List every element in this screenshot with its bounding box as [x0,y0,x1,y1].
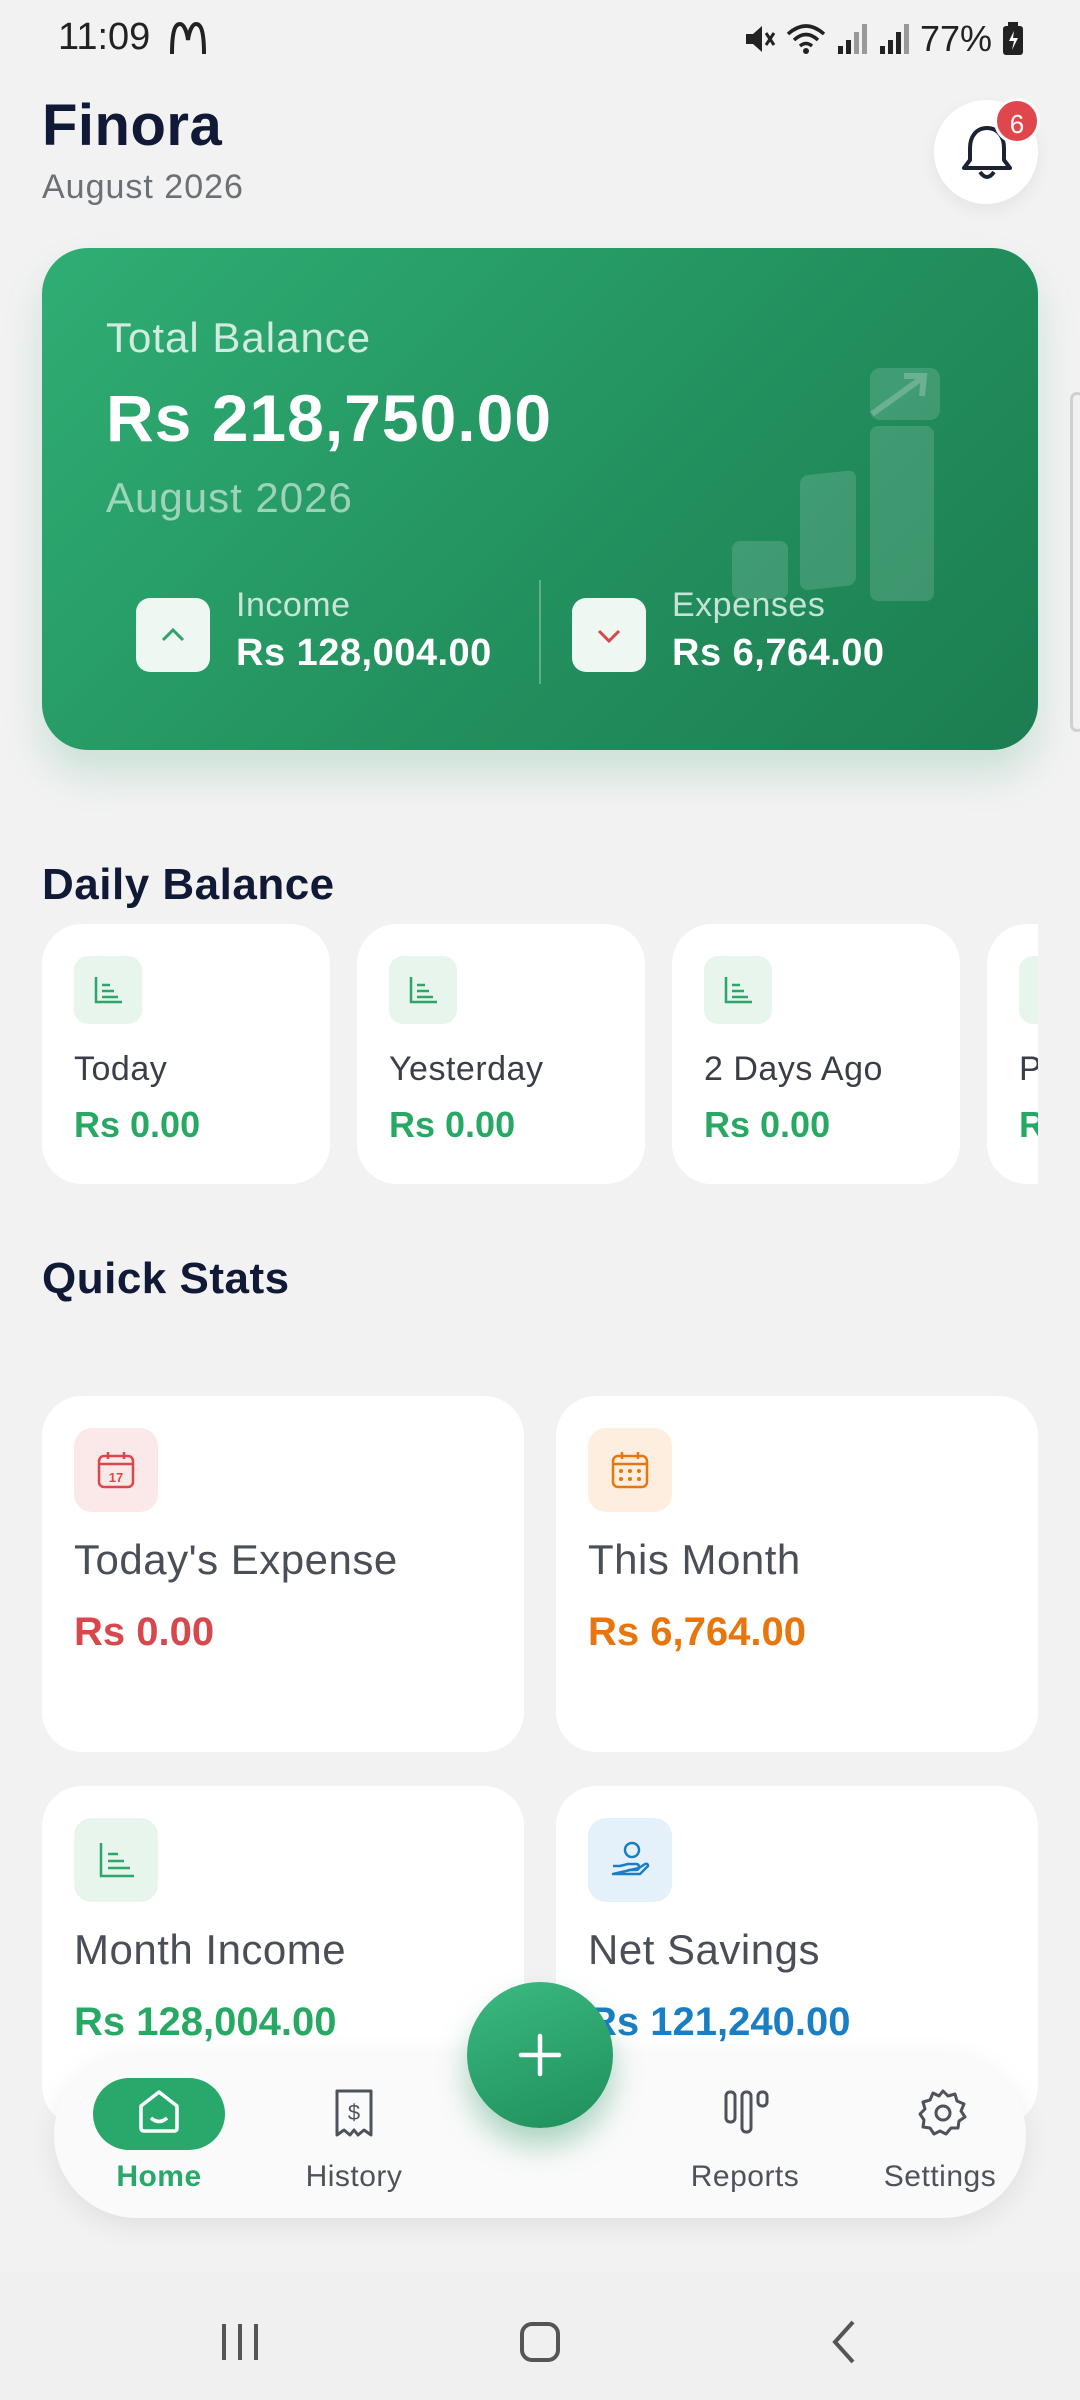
signal-icon [837,24,867,54]
battery-percent: 77% [919,18,992,59]
stat-label: Net Savings [588,1926,820,1973]
nav-history[interactable]: $ History [264,2052,444,2218]
expenses-label: Expenses [672,586,826,624]
svg-text:$: $ [348,2100,360,2125]
nav-reports[interactable]: Reports [655,2052,835,2218]
growth-chart-icon [732,368,940,601]
stat-label: This Month [588,1536,801,1583]
stat-card-todays-expense[interactable]: 17 Today's Expense Rs 0.00 [42,1396,524,1752]
stat-value: Rs 121,240.00 [588,2000,851,2044]
stat-icon-box [588,1818,672,1902]
signal-icon [879,24,909,54]
daily-card-partial[interactable]: P R [987,924,1038,1184]
stat-icon-box: 17 [74,1428,158,1512]
calendar-month-icon [611,1452,649,1489]
total-balance-amount: Rs 218,750.00 [106,381,553,455]
notification-badge: 6 [994,98,1040,144]
chart-icon [94,977,122,1004]
status-time: 11:09 [58,16,151,58]
reports-icon [724,2090,769,2134]
wifi-icon [786,24,826,54]
recent-apps-icon[interactable] [210,2312,270,2372]
stat-icon-box [588,1428,672,1512]
chevron-up-icon [161,627,185,642]
balance-month: August 2026 [106,474,353,521]
stat-label: Today's Expense [74,1536,398,1583]
daily-card-yesterday[interactable]: Yesterday Rs 0.00 [357,924,645,1184]
total-balance-card: Total Balance Rs 218,750.00 August 2026 … [42,248,1038,750]
battery-icon [1003,22,1023,55]
calendar-day-icon: 17 [97,1452,135,1489]
quick-stats-title: Quick Stats [42,1254,290,1303]
daily-label: Yesterday [389,1050,544,1088]
home-system-icon[interactable] [510,2312,570,2372]
nav-label: Reports [690,2160,800,2193]
daily-label: Today [74,1050,168,1088]
daily-value: Rs 0.00 [389,1104,516,1145]
nav-label: Home [116,2160,202,2193]
stat-card-this-month[interactable]: This Month Rs 6,764.00 [556,1396,1038,1752]
daily-balance-title: Daily Balance [42,860,335,909]
mute-icon [745,26,776,52]
expenses-value: Rs 6,764.00 [672,632,885,674]
plus-icon [518,2033,562,2077]
daily-value: Rs 0.00 [704,1104,831,1145]
daily-label: 2 Days Ago [704,1050,883,1088]
daily-value: Rs 0.00 [74,1104,201,1145]
stat-value: Rs 0.00 [74,1610,215,1654]
stat-value: Rs 6,764.00 [588,1610,806,1654]
income-icon-box [136,598,210,672]
mcdonalds-icon [170,21,206,55]
receipt-icon: $ [335,2089,373,2137]
gear-icon [918,2089,967,2136]
app-title: Finora [42,93,223,158]
home-icon [139,2090,179,2133]
total-balance-label: Total Balance [106,314,372,361]
nav-home[interactable]: Home [69,2052,249,2218]
daily-icon-box [704,956,772,1024]
daily-value: R [1019,1104,1038,1145]
chart-icon [99,1843,134,1878]
stat-value: Rs 128,004.00 [74,2000,337,2044]
status-bar: 11:09 77% [0,0,1080,78]
scroll-edge [1070,392,1080,732]
app-subtitle: August 2026 [42,168,244,206]
daily-icon-box [1019,956,1038,1024]
nav-label: Settings [883,2160,997,2193]
daily-icon-box [389,956,457,1024]
chart-icon [724,977,752,1004]
back-icon[interactable] [815,2312,875,2372]
chevron-down-icon [597,629,621,644]
stat-label: Month Income [74,1926,347,1973]
expenses-icon-box [572,598,646,672]
status-icons: 77% [742,14,1024,64]
chart-icon [409,977,437,1004]
income-value: Rs 128,004.00 [236,632,492,674]
daily-label: P [1019,1050,1038,1088]
hand-coin-icon [611,1841,650,1876]
system-nav-bar [0,2272,1080,2400]
stat-icon-box [74,1818,158,1902]
income-label: Income [236,586,351,624]
nav-label: History [305,2160,403,2193]
add-transaction-button[interactable] [467,1982,613,2128]
daily-icon-box [74,956,142,1024]
balance-divider [539,580,541,684]
daily-card-2-days-ago[interactable]: 2 Days Ago Rs 0.00 [672,924,960,1184]
svg-text:17: 17 [109,1470,123,1485]
nav-settings[interactable]: Settings [850,2052,1030,2218]
daily-balance-list[interactable]: Today Rs 0.00 Yesterday Rs 0.00 2 Days A… [42,924,1038,1186]
daily-card-today[interactable]: Today Rs 0.00 [42,924,330,1184]
